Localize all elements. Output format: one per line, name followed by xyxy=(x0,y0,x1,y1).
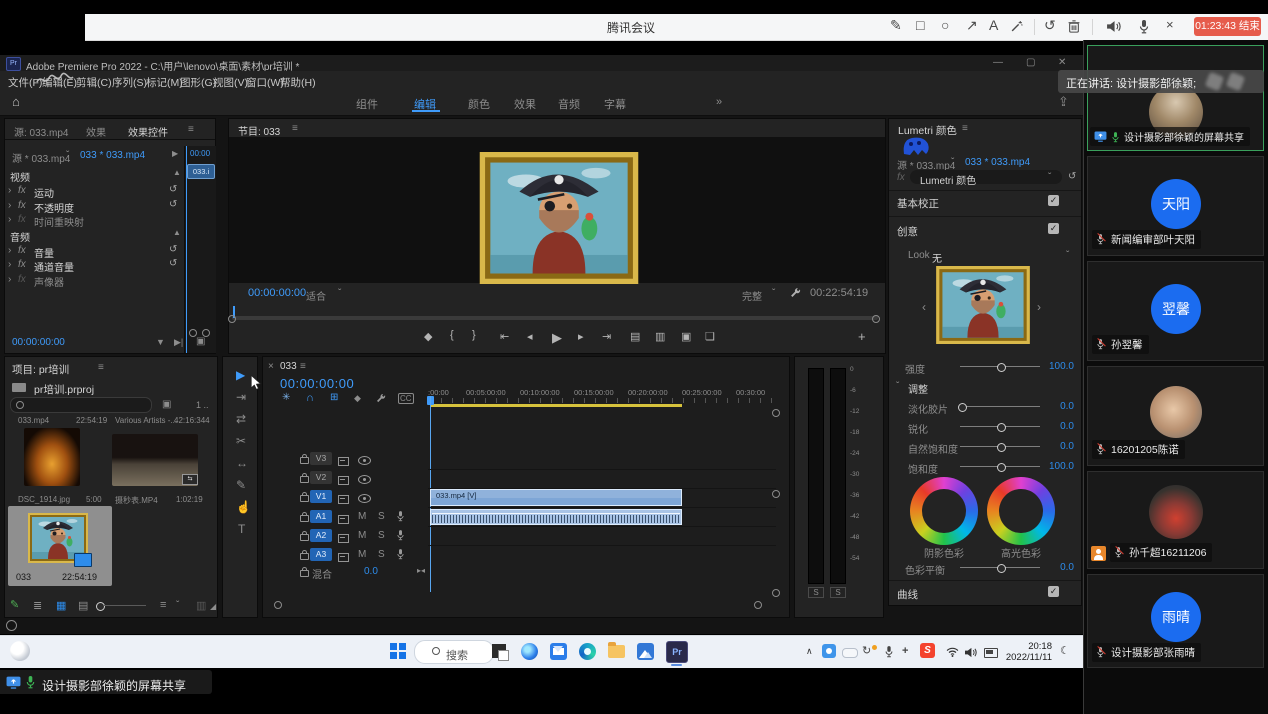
host-badge-icon xyxy=(1091,546,1106,561)
tray-battery-icon[interactable] xyxy=(984,648,998,658)
participant-label: 16201205陈诺 xyxy=(1092,440,1185,459)
night-light-moon-icon[interactable]: ☾ xyxy=(1060,644,1070,657)
tray-cloud-icon[interactable] xyxy=(842,648,858,658)
taskbar-search-label[interactable]: 搜索 xyxy=(446,647,468,663)
tray-meeting-icon[interactable] xyxy=(822,644,836,658)
tray-clock[interactable]: 20:18 2022/11/11 xyxy=(1002,641,1052,664)
file-explorer-icon[interactable] xyxy=(608,645,625,658)
tray-remote-icon[interactable]: + xyxy=(902,645,908,657)
participant-tile[interactable]: 翌馨 孙翌馨 xyxy=(1087,261,1264,361)
tray-volume-icon[interactable] xyxy=(964,647,977,658)
muted-mic-icon xyxy=(1096,646,1107,659)
muted-mic-icon xyxy=(1096,233,1107,246)
avatar xyxy=(1150,386,1202,438)
avatar: 天阳 xyxy=(1151,179,1201,229)
tray-time: 20:18 xyxy=(1002,641,1052,652)
edge-icon[interactable] xyxy=(521,643,538,660)
screen-share-icon xyxy=(6,676,21,689)
muted-mic-icon xyxy=(1114,546,1125,559)
participant-tile[interactable]: 16201205陈诺 xyxy=(1087,366,1264,466)
avatar: 雨晴 xyxy=(1151,592,1201,642)
tray-expand-icon[interactable]: ∧ xyxy=(806,646,813,657)
participant-label: 设计摄影部徐颖的屏幕共享 xyxy=(1090,127,1250,146)
sogou-ime-icon[interactable]: S xyxy=(920,643,935,658)
participant-name: 设计摄影部徐颖的屏幕共享 xyxy=(1124,129,1244,144)
participant-name: 孙千超16211206 xyxy=(1129,545,1206,560)
participant-tile[interactable]: 天阳 新闻编审部叶天阳 xyxy=(1087,156,1264,256)
start-button[interactable] xyxy=(390,643,406,659)
speaking-mic-icon xyxy=(25,675,36,689)
tray-mic-icon[interactable] xyxy=(884,645,894,658)
participant-tile[interactable]: 孙千超16211206 xyxy=(1087,471,1264,569)
muted-mic-icon xyxy=(1096,338,1107,351)
screen-share-label: 设计摄影部徐颖的屏幕共享 xyxy=(42,677,186,694)
participant-name: 设计摄影部张雨晴 xyxy=(1111,645,1195,660)
participant-label: 孙千超16211206 xyxy=(1110,543,1212,562)
active-app-indicator xyxy=(671,664,682,666)
task-view-icon[interactable] xyxy=(492,644,506,658)
participant-label: 设计摄影部张雨晴 xyxy=(1092,643,1201,662)
tray-sync-icon[interactable]: ↻ xyxy=(862,644,871,657)
participant-label: 新闻编审部叶天阳 xyxy=(1092,230,1201,249)
avatar: 翌馨 xyxy=(1151,284,1201,334)
tray-date: 2022/11/11 xyxy=(1002,652,1052,663)
participant-tile-presenter[interactable]: 设计摄影部徐颖的屏幕共享 xyxy=(1087,45,1264,151)
screen: 腾讯会议 ✎ □ ○ ↗ A ↺ × 01:23:43 结束 Pr Adobe … xyxy=(0,0,1268,714)
avatar xyxy=(1149,485,1203,539)
sync-badge xyxy=(872,645,877,650)
muted-mic-icon xyxy=(1096,443,1107,456)
participant-name: 新闻编审部叶天阳 xyxy=(1111,232,1195,247)
tray-wifi-icon[interactable] xyxy=(946,647,959,657)
search-icon xyxy=(432,647,440,655)
participant-tile[interactable]: 雨晴 设计摄影部张雨晴 xyxy=(1087,574,1264,668)
meeting-float-ball[interactable] xyxy=(10,641,30,661)
speaking-toast-text: 正在讲话: 设计摄影部徐颖; xyxy=(1066,75,1196,91)
photos-icon[interactable] xyxy=(637,643,654,660)
participant-name: 16201205陈诺 xyxy=(1111,442,1179,457)
mail-icon[interactable] xyxy=(550,643,567,660)
speaking-mic-icon xyxy=(1111,131,1120,143)
premiere-taskbar-icon[interactable]: Pr xyxy=(666,641,688,663)
participant-label: 孙翌馨 xyxy=(1092,335,1149,354)
browser-swirl-icon[interactable] xyxy=(579,643,596,660)
screen-share-icon xyxy=(1094,131,1107,142)
participant-name: 孙翌馨 xyxy=(1111,337,1143,352)
taskbar: 搜索 Pr ∧ ↻ + S xyxy=(0,0,1268,714)
